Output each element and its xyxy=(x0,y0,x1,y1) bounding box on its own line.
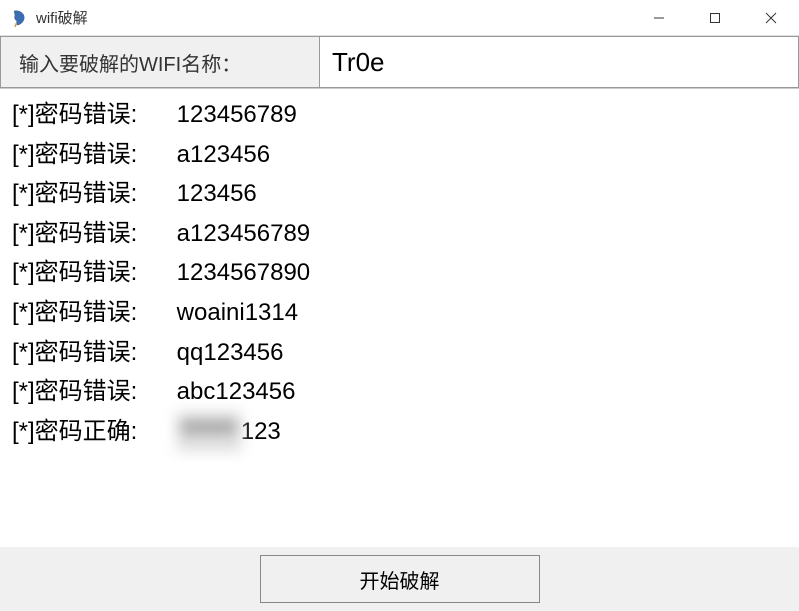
app-icon xyxy=(10,9,28,27)
log-line-password: qq123456 xyxy=(177,333,284,373)
output-log[interactable]: [*]密码错误: 123456789[*]密码错误: a123456[*]密码错… xyxy=(0,88,799,547)
title-bar: wifi破解 xyxy=(0,0,799,36)
log-line-password-tail: 123 xyxy=(241,412,281,452)
input-row: 输入要破解的WIFI名称： Tr0e xyxy=(0,36,799,88)
log-line: [*]密码错误: abc123456 xyxy=(12,372,787,412)
log-line-label: [*]密码错误: xyxy=(12,214,170,254)
wifi-name-input[interactable]: Tr0e xyxy=(320,36,799,88)
button-row: 开始破解 xyxy=(0,547,799,611)
maximize-button[interactable] xyxy=(687,0,743,35)
log-line: [*]密码错误: a123456789 xyxy=(12,214,787,254)
log-line: [*]密码错误: 123456 xyxy=(12,174,787,214)
log-line-password: abc123456 xyxy=(177,372,296,412)
log-line-password: woaini1314 xyxy=(177,293,298,333)
log-line-label: [*]密码错误: xyxy=(12,135,170,175)
log-line-label: [*]密码错误: xyxy=(12,174,170,214)
log-line: [*]密码错误: a123456 xyxy=(12,135,787,175)
log-line-password-hidden: ****** xyxy=(177,412,241,452)
window-title: wifi破解 xyxy=(36,7,631,28)
log-line-label: [*]密码错误: xyxy=(12,333,170,373)
log-line-password: a123456 xyxy=(177,135,270,175)
log-line: [*]密码正确: ******123 xyxy=(12,412,787,452)
start-button[interactable]: 开始破解 xyxy=(260,555,540,603)
log-line: [*]密码错误: 123456789 xyxy=(12,95,787,135)
close-button[interactable] xyxy=(743,0,799,35)
log-line-label: [*]密码错误: xyxy=(12,293,170,333)
log-line-label: [*]密码正确: xyxy=(12,412,170,452)
app-window: wifi破解 输入要破解的WIFI名称： Tr0e [*]密码错误: 12345… xyxy=(0,0,799,611)
log-line-password: 123456 xyxy=(177,174,257,214)
log-line-label: [*]密码错误: xyxy=(12,253,170,293)
log-line-password: 123456789 xyxy=(177,95,297,135)
minimize-button[interactable] xyxy=(631,0,687,35)
log-line-label: [*]密码错误: xyxy=(12,372,170,412)
log-line: [*]密码错误: 1234567890 xyxy=(12,253,787,293)
wifi-name-label: 输入要破解的WIFI名称： xyxy=(0,36,320,88)
log-line-password: 1234567890 xyxy=(177,253,310,293)
log-line-label: [*]密码错误: xyxy=(12,95,170,135)
log-line-password: a123456789 xyxy=(177,214,310,254)
log-line: [*]密码错误: qq123456 xyxy=(12,333,787,373)
window-controls xyxy=(631,0,799,35)
log-line: [*]密码错误: woaini1314 xyxy=(12,293,787,333)
